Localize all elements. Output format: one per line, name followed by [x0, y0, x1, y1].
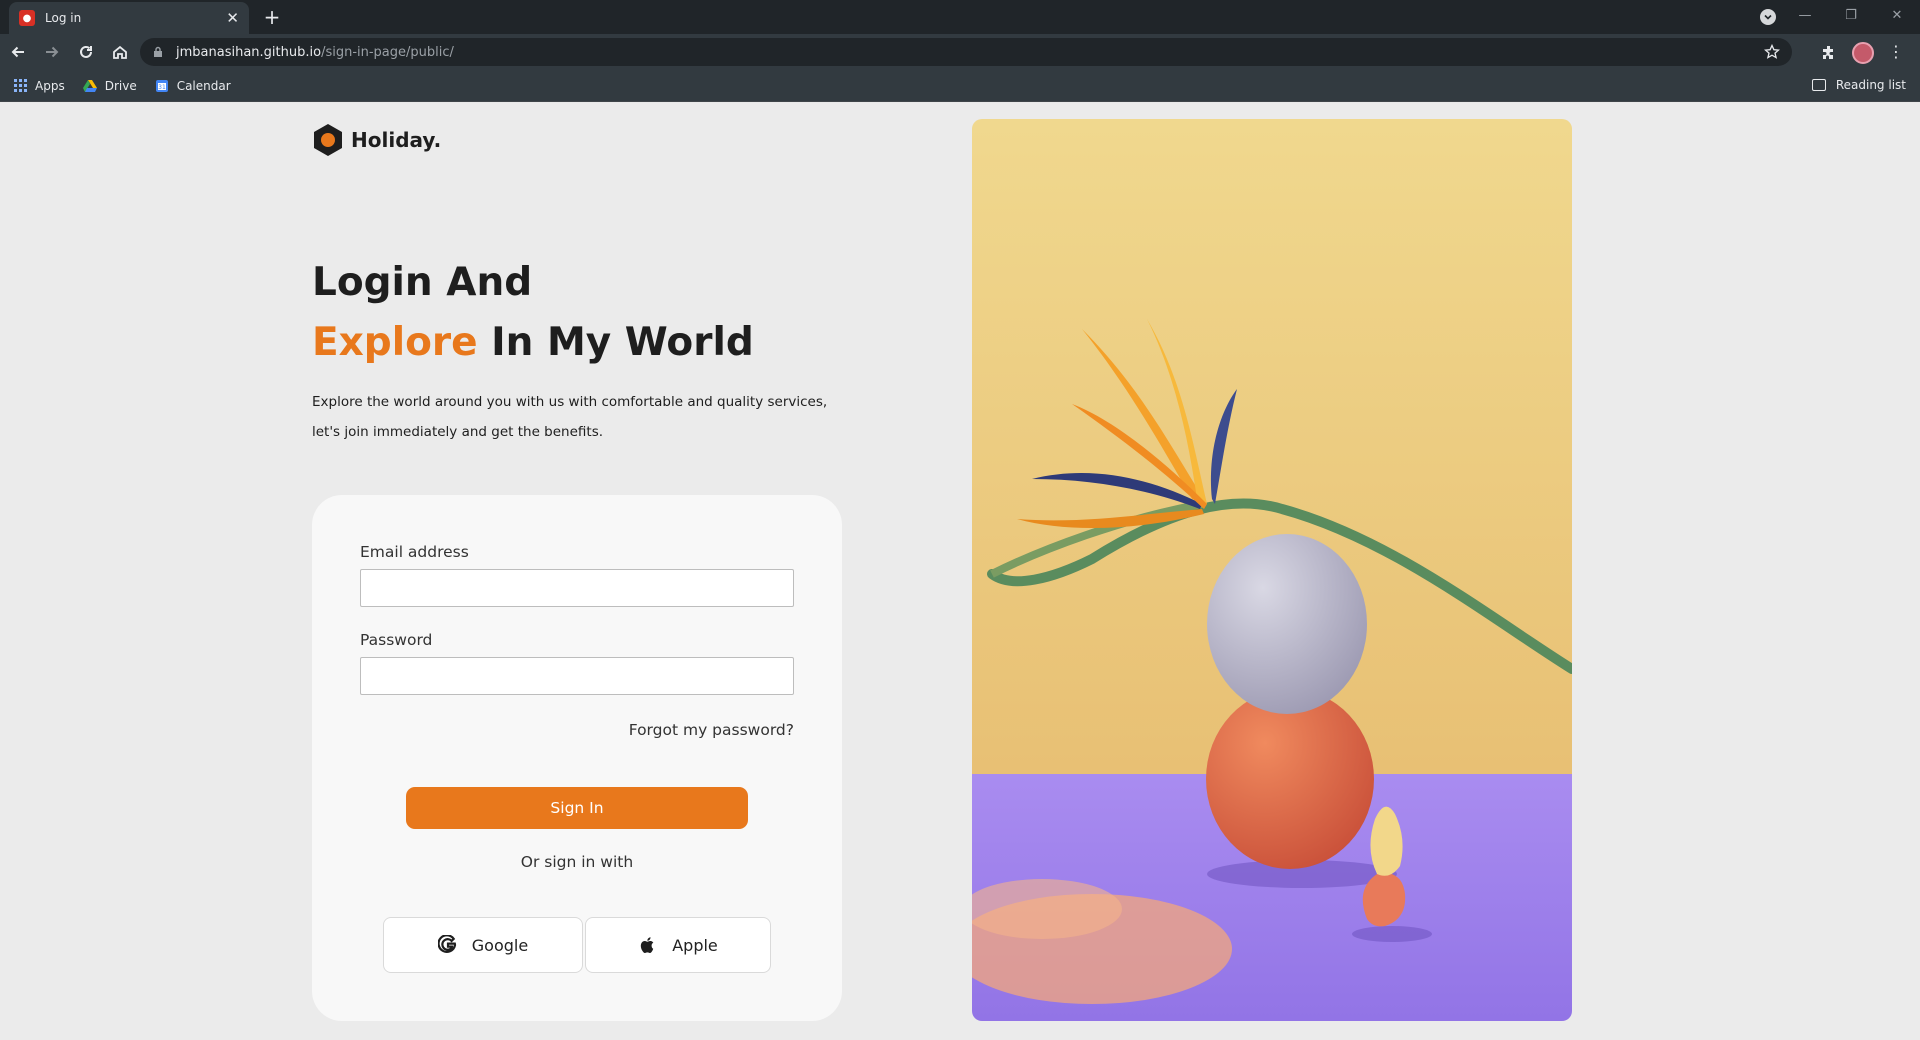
home-button[interactable] — [104, 36, 136, 68]
reading-list-label: Reading list — [1835, 78, 1906, 92]
address-bar[interactable]: jmbanasihan.github.io /sign-in-page/publ… — [140, 38, 1792, 66]
apple-icon — [641, 937, 654, 953]
bookmark-label: Apps — [35, 78, 65, 93]
bookmark-apps[interactable]: Apps — [14, 79, 65, 93]
page-subtitle: Explore the world around you with us wit… — [312, 387, 872, 447]
heading-line-1: Login And — [312, 260, 533, 305]
window-controls: — ❐ ✕ — [1782, 0, 1920, 30]
forgot-password-link[interactable]: Forgot my password? — [629, 721, 794, 739]
home-icon — [113, 45, 127, 59]
bird-of-paradise-photo — [972, 119, 1572, 1021]
bookmark-drive[interactable]: Drive — [82, 78, 137, 93]
tab-close-icon[interactable]: ✕ — [226, 9, 239, 27]
back-button[interactable] — [2, 36, 34, 68]
reading-list-icon — [1811, 79, 1826, 91]
svg-text:31: 31 — [158, 84, 166, 91]
apps-grid-icon — [14, 79, 27, 92]
heading-line-2: In My World — [477, 320, 754, 365]
bookmark-star-icon[interactable] — [1764, 44, 1780, 60]
page-heading: Login And Explore In My World — [312, 253, 872, 373]
sign-in-button[interactable]: Sign In — [406, 787, 748, 829]
heading-accent-word: Explore — [312, 320, 478, 365]
url-host: jmbanasihan.github.io — [176, 44, 322, 60]
apple-signin-button[interactable]: Apple — [585, 917, 771, 973]
reload-icon — [80, 45, 92, 58]
new-tab-button[interactable]: + — [260, 5, 284, 29]
login-card: Email address Password Forgot my passwor… — [312, 495, 842, 1021]
tab-search-icon[interactable] — [1760, 9, 1776, 25]
browser-menu-icon[interactable]: ⋮ — [1888, 43, 1904, 61]
arrow-left-icon — [11, 46, 24, 58]
password-label: Password — [360, 631, 433, 649]
email-label: Email address — [360, 543, 469, 561]
browser-toolbar: jmbanasihan.github.io /sign-in-page/publ… — [0, 34, 1920, 70]
minimize-icon[interactable]: — — [1782, 0, 1828, 30]
calendar-icon: 31 — [155, 79, 168, 92]
page-content: Holiday. Login And Explore In My World E… — [0, 103, 1920, 1040]
tab-favicon-icon: ● — [19, 10, 35, 26]
alt-signin-label: Or sign in with — [520, 853, 634, 871]
hexagon-logo-icon — [314, 124, 342, 156]
profile-avatar[interactable] — [1852, 42, 1874, 64]
bookmark-label: Calendar — [176, 78, 231, 93]
tab-title: Log in — [45, 11, 82, 25]
google-label: Google — [471, 935, 529, 955]
forward-button[interactable] — [36, 36, 68, 68]
reading-list-button[interactable]: Reading list — [1811, 78, 1906, 92]
apple-label: Apple — [672, 935, 718, 955]
google-icon — [437, 935, 456, 953]
lock-icon — [154, 46, 162, 57]
email-field[interactable] — [360, 569, 794, 607]
subtitle-line-2: let's join immediately and get the benef… — [312, 424, 604, 440]
url-path: /sign-in-page/public/ — [321, 44, 454, 60]
brand-name: Holiday. — [351, 128, 442, 152]
password-field[interactable] — [360, 657, 794, 695]
brand-logo[interactable]: Holiday. — [312, 123, 441, 157]
restore-icon[interactable]: ❐ — [1828, 0, 1874, 30]
browser-tab-strip: ● Log in ✕ + — ❐ ✕ — [0, 0, 1920, 34]
hero-image — [972, 119, 1572, 1021]
close-window-icon[interactable]: ✕ — [1874, 0, 1920, 30]
drive-icon — [82, 79, 97, 92]
google-signin-button[interactable]: Google — [383, 917, 583, 973]
reload-button[interactable] — [70, 36, 102, 68]
subtitle-line-1: Explore the world around you with us wit… — [312, 394, 828, 410]
bookmark-calendar[interactable]: 31 Calendar — [155, 79, 231, 93]
browser-tab[interactable]: ● Log in ✕ — [9, 2, 249, 34]
extensions-icon[interactable] — [1820, 44, 1838, 62]
arrow-right-icon — [46, 46, 59, 58]
bookmarks-bar: Apps Drive 31 Calendar Reading list — [0, 70, 1920, 102]
bookmark-label: Drive — [104, 78, 137, 93]
